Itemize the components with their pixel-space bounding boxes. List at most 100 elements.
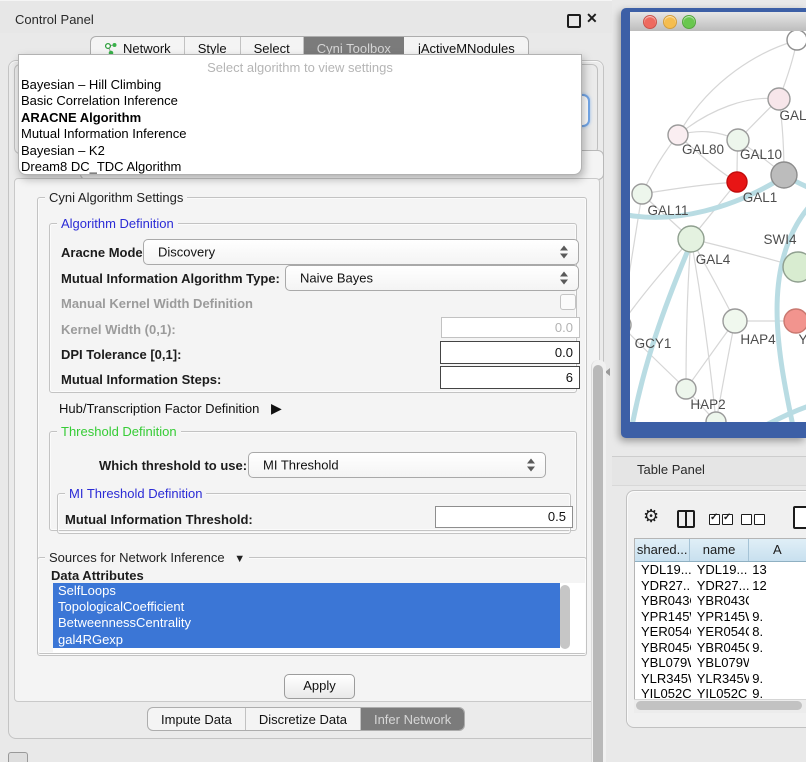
network-node-label: HAP4 [740, 332, 776, 347]
network-node-label: HAP2 [690, 397, 725, 412]
table-cell: YBR043C [691, 593, 750, 609]
network-node-hap4[interactable] [723, 309, 747, 333]
network-node-gcy1[interactable] [630, 315, 631, 335]
close-traffic-light[interactable] [643, 15, 657, 29]
dpi-tolerance-field[interactable]: 0.0 [440, 341, 580, 364]
table-row[interactable]: YBR045CYBR045C9. [635, 640, 806, 656]
popup-hint: Select algorithm to view settings [19, 55, 581, 77]
mi-steps-field[interactable]: 6 [440, 366, 580, 389]
table-row[interactable]: YLR345WYLR345W9. [635, 671, 806, 687]
columns-icon[interactable] [677, 510, 695, 528]
table-cell: 8. [749, 624, 806, 640]
data-attribute-item[interactable]: SelfLoops [53, 583, 560, 599]
aracne-mode-combo[interactable]: Discovery [143, 239, 579, 265]
mi-type-combo[interactable]: Naive Bayes [285, 265, 579, 291]
expand-right-icon[interactable]: ▶ [271, 400, 282, 417]
table-cell: YER054C [691, 624, 750, 640]
network-node-gal1[interactable] [727, 172, 747, 192]
kernel-width-label: Kernel Width (0,1): [61, 322, 176, 337]
table-cell: YDR27... [635, 578, 691, 594]
settings-vscroll-thumb[interactable] [593, 365, 603, 762]
algorithm-option[interactable]: ARACNE Algorithm [19, 110, 581, 126]
gear-icon[interactable]: ⚙ [643, 506, 659, 526]
algorithm-option[interactable]: Bayesian – Hill Climbing [19, 77, 581, 93]
network-node-gal4[interactable] [678, 226, 704, 252]
table-cell: YPR145W [691, 609, 750, 625]
network-node[interactable] [787, 31, 806, 50]
which-threshold-value: MI Threshold [263, 458, 339, 473]
zoom-traffic-light[interactable] [682, 15, 696, 29]
network-node-gal11[interactable] [632, 184, 652, 204]
group-title-algorithm-definition: Algorithm Definition [57, 216, 178, 231]
data-attribute-item[interactable]: gal4RGexp [53, 632, 560, 648]
network-node-gal[interactable] [768, 88, 790, 110]
data-attribute-item[interactable]: BetweennessCentrality [53, 615, 560, 631]
kernel-width-field[interactable]: 0.0 [441, 317, 580, 338]
sources-title-text: Sources for Network Inference [49, 550, 225, 565]
which-threshold-combo[interactable]: MI Threshold [248, 452, 546, 478]
table-row[interactable]: YPR145WYPR145W9. [635, 609, 806, 625]
network-node-label: GAL80 [682, 142, 724, 157]
column-header-a[interactable]: A [749, 539, 806, 561]
mi-steps-label: Mutual Information Steps: [61, 372, 221, 387]
group-title-sources: Sources for Network Inference ▼ [45, 550, 249, 565]
network-edge[interactable] [686, 239, 691, 389]
tab-impute-data[interactable]: Impute Data [148, 708, 245, 730]
column-header-shared[interactable]: shared... [635, 539, 690, 561]
expand-down-icon[interactable]: ▼ [234, 553, 245, 565]
table-row[interactable]: YBL079WYBL079W [635, 655, 806, 671]
tab-infer-network[interactable]: Infer Network [360, 708, 464, 730]
node-table[interactable]: shared...nameA YDL19...YDL19...13YDR27..… [634, 538, 806, 702]
table-row[interactable]: YDL19...YDL19...13 [635, 562, 806, 578]
network-node-hap2[interactable] [676, 379, 696, 399]
network-view[interactable]: GALGAL80GAL10GAL1GAL11GAL4SWI4HAP4YGCY1H… [630, 31, 806, 422]
select-all-check-icon[interactable] [722, 514, 733, 525]
column-header-name[interactable]: name [690, 539, 748, 561]
collapsed-panel-icon[interactable] [8, 752, 28, 762]
table-cell: YPR145W [635, 609, 691, 625]
table-cell: 9. [749, 640, 806, 656]
bottom-tabs-bar: Impute Data Discretize Data Infer Network [147, 707, 465, 731]
network-node-label: GAL10 [740, 147, 782, 162]
float-window-icon[interactable] [567, 14, 581, 28]
minimize-traffic-light[interactable] [663, 15, 677, 29]
table-row[interactable]: YER054CYER054C8. [635, 624, 806, 640]
network-node-label: GAL1 [743, 190, 778, 205]
network-node[interactable] [771, 162, 797, 188]
network-node-label: Y [798, 332, 806, 347]
select-all-check-icon[interactable] [709, 514, 720, 525]
attributes-vscroll-thumb[interactable] [560, 585, 570, 649]
tab-label: Discretize Data [259, 712, 347, 727]
spinner-icon [527, 458, 536, 473]
algorithm-option[interactable]: Basic Correlation Inference [19, 93, 581, 109]
data-attribute-item[interactable]: TopologicalCoefficient [53, 599, 560, 615]
table-cell: 9. [749, 609, 806, 625]
table-row[interactable]: YBR043CYBR043C [635, 593, 806, 609]
tab-discretize-data[interactable]: Discretize Data [245, 708, 360, 730]
network-canvas[interactable]: GALGAL80GAL10GAL1GAL11GAL4SWI4HAP4YGCY1H… [630, 31, 806, 422]
network-edge[interactable] [762, 403, 806, 422]
table-hscroll-thumb[interactable] [636, 701, 802, 710]
deselect-all-icon[interactable] [754, 514, 765, 525]
export-table-icon[interactable] [793, 506, 806, 529]
mi-threshold-field[interactable]: 0.5 [435, 506, 573, 528]
hub-definition-label: Hub/Transcription Factor Definition [59, 401, 259, 416]
network-edge[interactable] [678, 98, 779, 135]
table-row[interactable]: YDR27...YDR27...12 [635, 578, 806, 594]
hub-definition-expander[interactable]: Hub/Transcription Factor Definition ▶ [59, 400, 282, 417]
network-edge[interactable] [630, 239, 691, 325]
algorithm-option[interactable]: Mutual Information Inference [19, 126, 581, 142]
network-node-y[interactable] [784, 309, 806, 333]
algorithm-option[interactable]: Dream8 DC_TDC Algorithm [19, 159, 581, 175]
screen: { "icons": {"close":"✕","hub_expand":"▶"… [0, 0, 806, 762]
network-node-label: GCY1 [635, 336, 672, 351]
data-attributes-list[interactable]: SelfLoopsTopologicalCoefficientBetweenne… [53, 583, 585, 653]
algorithm-option[interactable]: Bayesian – K2 [19, 143, 581, 159]
table-cell: YLR345W [635, 671, 691, 687]
deselect-all-icon[interactable] [741, 514, 752, 525]
manual-kernel-checkbox[interactable] [560, 294, 576, 310]
network-edge[interactable] [642, 182, 737, 194]
apply-button[interactable]: Apply [284, 674, 355, 699]
network-node-swi4[interactable] [783, 252, 806, 282]
close-icon[interactable]: ✕ [586, 10, 598, 27]
